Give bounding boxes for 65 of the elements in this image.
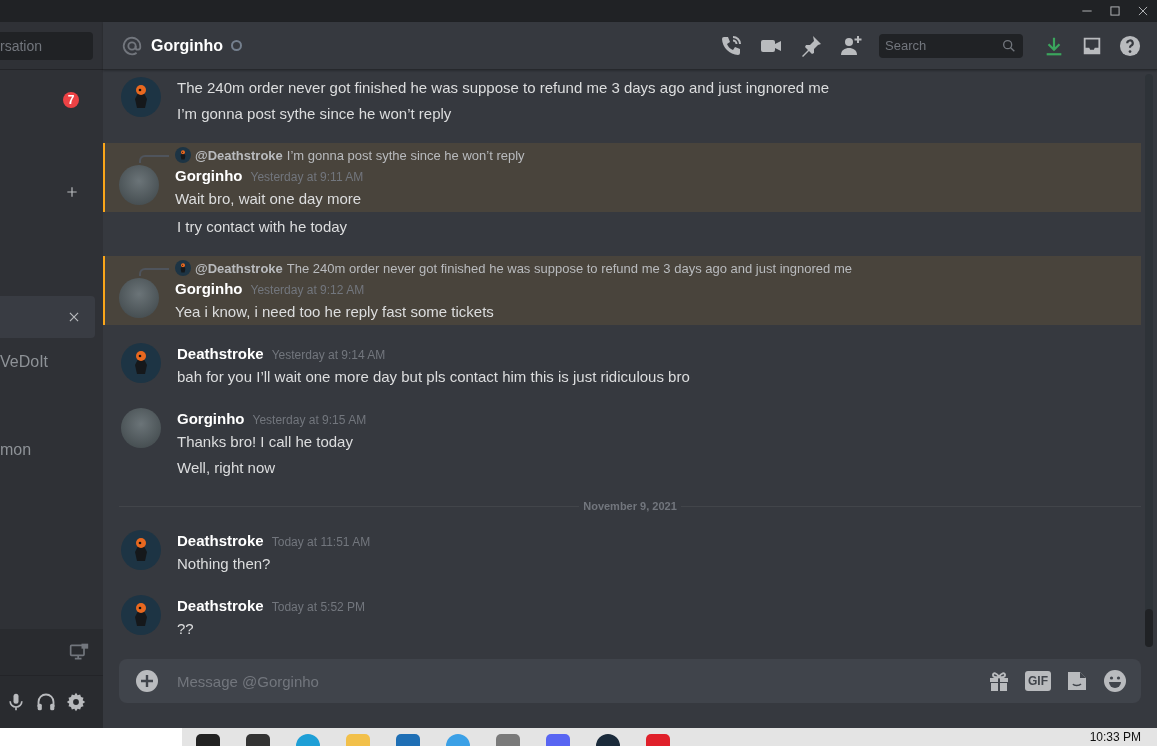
reply-connector [139, 268, 169, 276]
scrollbar[interactable] [1145, 74, 1153, 647]
status-icon [231, 40, 242, 51]
reply-connector [139, 155, 169, 163]
unread-badge: 7 [63, 92, 79, 108]
author-name[interactable]: Deathstroke [177, 595, 264, 617]
gift-icon[interactable] [987, 669, 1011, 693]
close-icon[interactable] [67, 310, 81, 324]
photo-placeholder [119, 165, 159, 205]
taskbar-clock: 10:33 PM [1089, 729, 1142, 746]
reply-preview[interactable]: The 240m order never got finished he was suppose to refund me 3 days ago and just ingnored me [286, 260, 852, 276]
conversation-item[interactable]: mon [0, 429, 95, 471]
reply-preview[interactable]: I’m gonna post sythe since he won’t reply [286, 147, 525, 163]
author-name[interactable]: Gorginho [175, 278, 243, 300]
message-text: I’m gonna post sythe since he won’t reply [177, 104, 453, 124]
avatar-drawing [175, 147, 191, 163]
message-text: Yea i know, i need too he reply fast some tickets [175, 302, 494, 322]
photo-placeholder [119, 278, 159, 318]
author-name[interactable]: Deathstroke [177, 343, 264, 365]
message-text: ?? [177, 619, 195, 639]
sticker-icon[interactable] [1065, 669, 1089, 693]
add-friend-icon[interactable] [839, 33, 863, 58]
message-text: I try contact with he today [177, 217, 348, 237]
message-text: The 240m order never got finished he was suppose to refund me 3 days ago and just ingnored me [177, 78, 830, 98]
search-field[interactable]: Search [879, 33, 1023, 58]
help-icon[interactable] [1119, 34, 1141, 57]
date-divider: November 9, 2021 [583, 500, 677, 512]
settings-icon[interactable] [66, 692, 86, 712]
message-text: Thanks bro! I call he today [177, 432, 354, 452]
author-name[interactable]: Gorginho [177, 408, 245, 430]
message-text: Well, right now [177, 458, 277, 478]
headphones-icon[interactable] [36, 692, 56, 712]
timestamp: Yesterday at 9:11 AM [250, 169, 364, 186]
photo-placeholder [121, 408, 161, 448]
message-text: Nothing then? [177, 554, 272, 574]
timestamp: Yesterday at 9:14 AM [271, 347, 386, 364]
message-text: Wait bro, wait one day more [175, 189, 363, 209]
add-attachment-icon[interactable] [135, 669, 159, 693]
avatar-drawing [121, 77, 161, 117]
at-sign-icon [121, 34, 143, 57]
microphone-icon[interactable] [6, 692, 26, 712]
close-icon [1136, 4, 1150, 18]
channel-title: Gorginho [151, 36, 223, 55]
avatar-drawing [175, 260, 191, 276]
avatar-drawing [121, 595, 161, 635]
plus-icon[interactable] [65, 185, 79, 199]
reply-author[interactable]: @Deathstroke [195, 260, 283, 276]
timestamp: Yesterday at 9:15 AM [252, 412, 367, 429]
avatar-drawing [121, 343, 161, 383]
gif-button[interactable]: GIF [1025, 671, 1051, 691]
avatar-drawing [121, 530, 161, 570]
search-icon [1001, 37, 1017, 54]
maximize-icon [1108, 4, 1122, 18]
timestamp: Yesterday at 9:12 AM [250, 282, 365, 299]
message-text: bah for you I’ll wait one more day but pls contact him this is just ridiculous bro [177, 367, 690, 387]
search-field[interactable]: rsation [0, 31, 93, 60]
author-name[interactable]: Deathstroke [177, 530, 264, 552]
voice-call-icon[interactable] [719, 33, 743, 58]
author-name[interactable]: Gorginho [175, 165, 243, 187]
reply-author[interactable]: @Deathstroke [195, 147, 283, 163]
emoji-icon[interactable] [1103, 669, 1127, 693]
conversation-item[interactable]: VeDoIt [0, 341, 95, 383]
timestamp: Today at 11:51 AM [271, 534, 371, 551]
timestamp: Today at 5:52 PM [271, 599, 366, 616]
screen-share-icon[interactable] [69, 642, 89, 662]
